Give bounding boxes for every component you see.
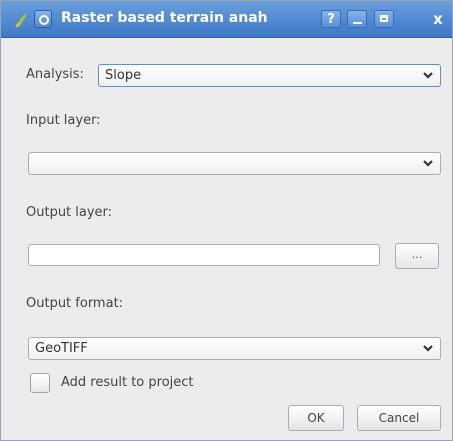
close-button[interactable]: x [428, 10, 448, 28]
output-layer-label: Output layer: [26, 205, 113, 220]
input-layer-select[interactable] [28, 152, 441, 175]
output-format-select[interactable]: GeoTIFF [28, 337, 441, 360]
output-layer-input[interactable] [28, 244, 380, 266]
window-title: Raster based terrain anah [61, 10, 268, 26]
output-format-label: Output format: [26, 296, 124, 311]
analysis-label: Analysis: [26, 67, 84, 82]
maximize-button[interactable] [374, 10, 394, 28]
output-format-select-value: GeoTIFF [35, 341, 88, 356]
chevron-down-icon [423, 72, 433, 79]
cancel-button[interactable]: Cancel [357, 405, 441, 431]
add-result-label: Add result to project [61, 375, 194, 390]
add-result-checkbox[interactable] [30, 373, 50, 393]
window-menu-icon[interactable] [34, 10, 52, 28]
help-button[interactable]: ? [321, 10, 341, 28]
chevron-down-icon [423, 160, 433, 167]
analysis-select-value: Slope [105, 68, 142, 83]
browse-button[interactable]: ... [395, 243, 439, 269]
title-bar[interactable]: Raster based terrain anah ? x [1, 1, 452, 38]
analysis-select[interactable]: Slope [98, 64, 441, 87]
qgis-app-icon [15, 13, 27, 28]
dialog-window: Raster based terrain anah ? x Analysis: … [0, 0, 453, 441]
chevron-down-icon [423, 345, 433, 352]
ok-button[interactable]: OK [288, 405, 344, 431]
minimize-button[interactable] [347, 10, 367, 28]
input-layer-label: Input layer: [26, 113, 101, 128]
